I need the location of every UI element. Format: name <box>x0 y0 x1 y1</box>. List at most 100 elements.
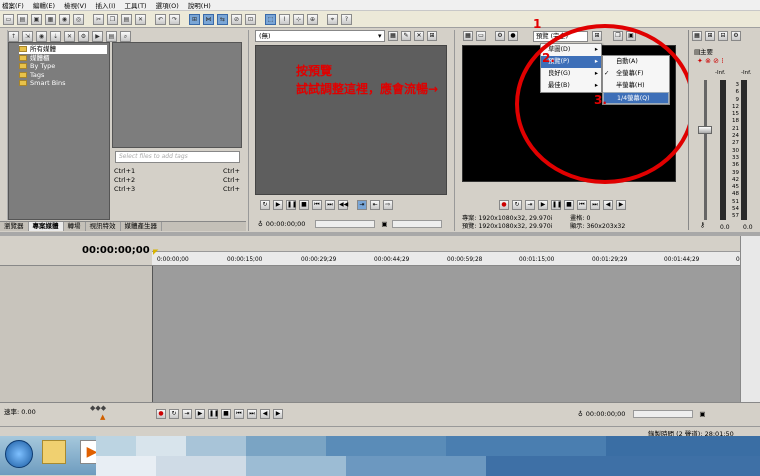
tree-item-all-media[interactable]: 所有媒體 <box>19 45 107 54</box>
prev-frame-icon[interactable]: ◀ <box>260 409 270 419</box>
marker-bar[interactable] <box>152 236 740 252</box>
auto-ripple-icon[interactable]: ⇆ <box>217 13 228 25</box>
start-button[interactable] <box>5 440 33 468</box>
pause-icon[interactable]: ❚❚ <box>551 200 562 210</box>
auto-preview-icon[interactable]: ▶ <box>92 30 103 42</box>
delete-icon[interactable]: ✕ <box>135 13 146 25</box>
lock-envelopes-icon[interactable]: ⊘ <box>231 13 242 25</box>
trimmer-view[interactable] <box>255 45 447 195</box>
prev-frame-icon[interactable]: ⏮ <box>312 200 322 210</box>
auto-crossfade-icon[interactable]: ⋈ <box>203 13 214 25</box>
stop-icon[interactable]: ■ <box>564 200 574 210</box>
next-frame-icon[interactable]: ▶ <box>273 409 283 419</box>
ignore-grouping-icon[interactable]: ⊡ <box>245 13 256 25</box>
go-to-end-icon[interactable]: ⏭ <box>590 200 600 210</box>
timeline-ruler[interactable]: 0:00:00;00 00:00:15;00 00:00:29;29 00:00… <box>152 252 749 266</box>
up-folder-icon[interactable]: ↑ <box>8 30 19 42</box>
go-to-start-icon[interactable]: ⏮ <box>577 200 587 210</box>
trimmer-add-icon[interactable]: ⊞ <box>427 31 437 41</box>
trimmer-slider[interactable] <box>315 220 376 228</box>
rate-slider-icon[interactable]: ◆◆◆ <box>90 404 106 412</box>
mixer-bus-icon[interactable]: ⊟ <box>718 31 728 41</box>
trimmer-remove-icon[interactable]: ✕ <box>414 31 424 41</box>
menu-insert[interactable]: 插入(I) <box>96 0 116 10</box>
menu-tools[interactable]: 工具(T) <box>125 0 147 10</box>
undo-icon[interactable]: ↶ <box>155 13 166 25</box>
tab-media-generators[interactable]: 媒體產生器 <box>121 222 162 231</box>
pause-icon[interactable]: ❚❚ <box>286 200 297 210</box>
track-list[interactable] <box>0 266 152 402</box>
menu-file[interactable]: 檔案(F) <box>2 0 24 10</box>
get-media-icon[interactable]: ⇣ <box>50 30 61 42</box>
whats-this-icon[interactable]: ? <box>341 13 352 25</box>
pause-icon[interactable]: ❚❚ <box>208 409 219 419</box>
go-to-start-icon[interactable]: ⏮ <box>234 409 244 419</box>
timeline-zoom-icon[interactable]: ▣ <box>699 410 705 418</box>
prev-frame-icon[interactable]: ◀ <box>603 200 613 210</box>
media-list[interactable] <box>112 42 242 148</box>
remove-media-icon[interactable]: ✕ <box>64 30 75 42</box>
enable-snapping-icon[interactable]: ⌖ <box>327 13 338 25</box>
cut-icon[interactable]: ✂ <box>93 13 104 25</box>
tab-transitions[interactable]: 轉場 <box>64 222 86 231</box>
rewind-icon[interactable]: ◀◀ <box>338 200 348 210</box>
explorer-taskbar-icon[interactable] <box>42 440 66 464</box>
capture-video-icon[interactable]: ◉ <box>36 30 47 42</box>
tab-video-fx[interactable]: 視訊特效 <box>86 222 121 231</box>
tree-item-tags[interactable]: Tags <box>19 71 107 80</box>
tree-item-by-type[interactable]: By Type <box>19 62 107 71</box>
media-fx-icon[interactable]: ⚙ <box>78 30 89 42</box>
master-fader-handle[interactable] <box>698 126 712 134</box>
menu-view[interactable]: 檢視(V) <box>64 0 87 10</box>
play-icon[interactable]: ▶ <box>538 200 548 210</box>
paste-icon[interactable]: ▤ <box>121 13 132 25</box>
menu-options[interactable]: 選項(O) <box>156 0 179 10</box>
mixer-properties-icon[interactable]: ▦ <box>692 31 702 41</box>
marker-out-icon[interactable]: ⇤ <box>370 200 380 210</box>
views-icon[interactable]: ▤ <box>106 30 117 42</box>
zoom-tool-icon[interactable]: ⊕ <box>307 13 318 25</box>
new-project-icon[interactable]: ▭ <box>3 13 14 25</box>
record-icon[interactable]: ● <box>499 200 509 210</box>
mixer-insert-icon[interactable]: ⊞ <box>705 31 715 41</box>
render-icon[interactable]: ◉ <box>59 13 70 25</box>
mixer-fx-icon[interactable]: ⚙ <box>731 31 741 41</box>
chevron-down-icon[interactable]: ▾ <box>378 30 386 42</box>
add-to-timeline-icon[interactable]: ⇨ <box>383 200 393 210</box>
mixer-fx-indicator[interactable]: ✦ ⊗ ⊘ ⁞ <box>697 57 724 65</box>
trimmer-zoom-icon[interactable]: ▣ <box>381 220 387 228</box>
cursor-marker-icon[interactable]: ◤ <box>153 248 158 256</box>
import-media-icon[interactable]: ⇲ <box>22 30 33 42</box>
timeline-vertical-scrollbar[interactable] <box>740 236 760 406</box>
marker-in-icon[interactable]: ⇥ <box>357 200 367 210</box>
go-to-end-icon[interactable]: ⏭ <box>247 409 257 419</box>
save-icon[interactable]: ▣ <box>31 13 42 25</box>
split-screen-icon[interactable]: ● <box>508 31 518 41</box>
redo-icon[interactable]: ↷ <box>169 13 180 25</box>
properties-icon[interactable]: ▦ <box>45 13 56 25</box>
stop-icon[interactable]: ■ <box>299 200 309 210</box>
play-icon[interactable]: ▶ <box>195 409 205 419</box>
preview-properties-icon[interactable]: ▦ <box>463 31 473 41</box>
capture-icon[interactable]: ◎ <box>73 13 84 25</box>
trimmer-zoom-slider[interactable] <box>391 220 442 228</box>
menu-edit[interactable]: 編輯(E) <box>33 0 55 10</box>
lock-icon[interactable]: ⚷ <box>700 221 705 229</box>
next-frame-icon[interactable]: ▶ <box>616 200 626 210</box>
next-frame-icon[interactable]: ⏭ <box>325 200 335 210</box>
normal-edit-tool-icon[interactable]: ⬚ <box>265 13 276 25</box>
play-icon[interactable]: ▶ <box>273 200 283 210</box>
snap-icon[interactable]: ⊞ <box>189 13 200 25</box>
tree-item-library[interactable]: 媒體櫃 <box>19 54 107 63</box>
copy-icon[interactable]: ❐ <box>107 13 118 25</box>
trimmer-dropdown[interactable]: (無) <box>255 30 385 42</box>
menu-help[interactable]: 說明(H) <box>188 0 211 10</box>
tag-search-input[interactable]: Select files to add tags <box>115 151 240 163</box>
stop-icon[interactable]: ■ <box>221 409 231 419</box>
search-icon[interactable]: ⌕ <box>120 30 131 42</box>
open-icon[interactable]: ▤ <box>17 13 28 25</box>
selection-tool-icon[interactable]: ⊹ <box>293 13 304 25</box>
tree-item-smart-bins[interactable]: Smart Bins <box>19 79 107 88</box>
tab-explorer[interactable]: 瀏覽器 <box>0 222 29 231</box>
track-area[interactable] <box>152 266 740 402</box>
